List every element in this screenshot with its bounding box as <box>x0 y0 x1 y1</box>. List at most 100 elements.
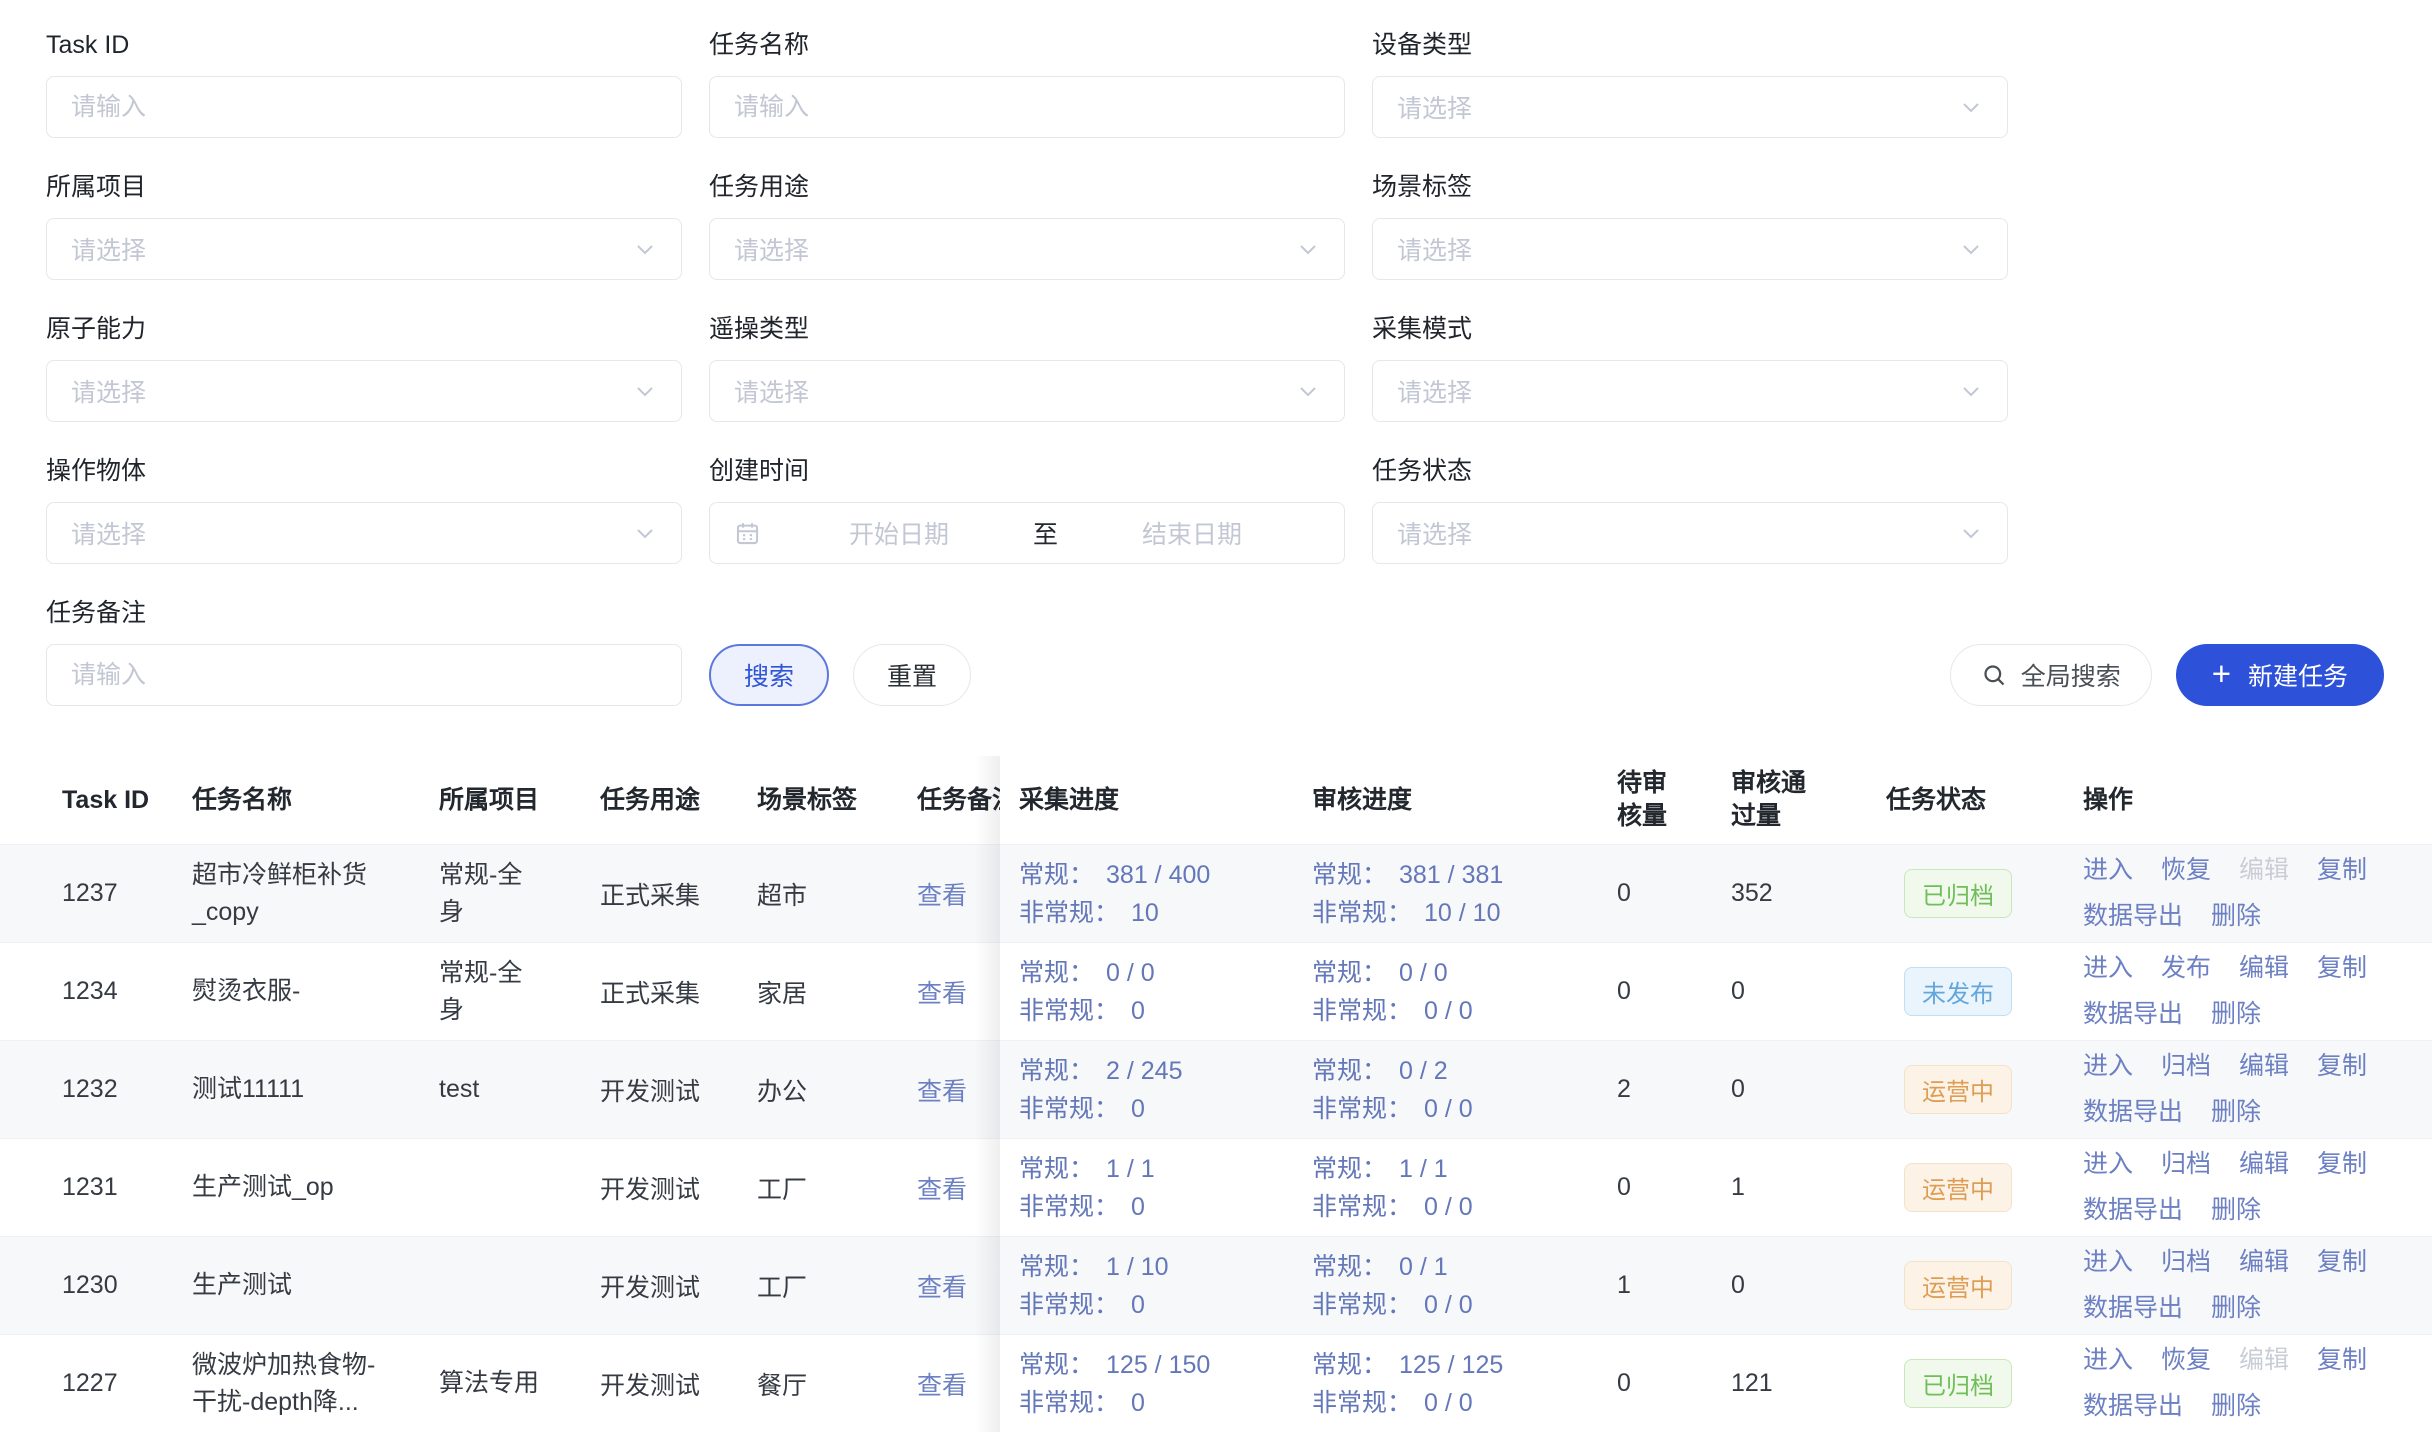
action-enter[interactable]: 进入 <box>2083 950 2133 987</box>
view-remark-link[interactable]: 查看 <box>917 882 967 910</box>
select-placeholder: 请选择 <box>1397 515 1959 551</box>
device-type-select[interactable]: 请选择 <box>1372 76 2008 138</box>
col-actions: 操作 <box>2083 784 2413 817</box>
action-copy[interactable]: 复制 <box>2317 950 2367 987</box>
review-regular-value: 125 / 125 <box>1399 1346 1503 1384</box>
action-delete[interactable]: 删除 <box>2211 996 2261 1033</box>
view-remark-link[interactable]: 查看 <box>917 1274 967 1302</box>
action-copy[interactable]: 复制 <box>2317 1244 2367 1281</box>
cell-purpose: 开发测试 <box>600 1072 757 1108</box>
view-remark-link[interactable]: 查看 <box>917 1078 967 1106</box>
action-restore[interactable]: 恢复 <box>2161 852 2211 889</box>
irregular-label: 非常规： <box>1019 1384 1119 1422</box>
action-copy[interactable]: 复制 <box>2317 852 2367 889</box>
task-remark-input[interactable] <box>46 644 682 706</box>
atomic-ability-select[interactable]: 请选择 <box>46 360 682 422</box>
cell-review-progress: 常规：0 / 2 非常规：0 / 0 <box>1312 1052 1617 1128</box>
create-task-button[interactable]: + 新建任务 <box>2176 644 2384 706</box>
action-enter[interactable]: 进入 <box>2083 852 2133 889</box>
reset-button[interactable]: 重置 <box>853 644 971 706</box>
task-name-input[interactable] <box>709 76 1345 138</box>
collect-regular-value: 1 / 1 <box>1106 1150 1155 1188</box>
teleop-type-select[interactable]: 请选择 <box>709 360 1345 422</box>
select-placeholder: 请选择 <box>71 231 633 267</box>
action-delete[interactable]: 删除 <box>2211 1388 2261 1425</box>
cell-purpose: 开发测试 <box>600 1366 757 1402</box>
action-copy[interactable]: 复制 <box>2317 1048 2367 1085</box>
review-irregular-value: 0 / 0 <box>1424 1286 1473 1324</box>
task-table: Task ID 任务名称 所属项目 任务用途 场景标签 任务备注 采集进度 审核… <box>0 756 2432 1432</box>
create-time-range-picker[interactable]: 开始日期 至 结束日期 <box>709 502 1345 564</box>
view-remark-link[interactable]: 查看 <box>917 980 967 1008</box>
action-copy[interactable]: 复制 <box>2317 1146 2367 1183</box>
cell-task-status: 运营中 <box>1886 1163 2083 1212</box>
action-enter[interactable]: 进入 <box>2083 1244 2133 1281</box>
action-export[interactable]: 数据导出 <box>2083 898 2183 935</box>
action-restore[interactable]: 恢复 <box>2161 1342 2211 1379</box>
cell-purpose: 正式采集 <box>600 876 757 912</box>
global-search-button[interactable]: 全局搜索 <box>1950 644 2152 706</box>
action-enter[interactable]: 进入 <box>2083 1048 2133 1085</box>
action-edit[interactable]: 编辑 <box>2239 1244 2289 1281</box>
collect-irregular-value: 0 <box>1131 1384 1145 1422</box>
actions-cell: 进入发布编辑复制数据导出删除 <box>2083 950 2413 1033</box>
project-select[interactable]: 请选择 <box>46 218 682 280</box>
view-remark-link[interactable]: 查看 <box>917 1372 967 1400</box>
cell-task-name: 生产测试_op <box>192 1169 439 1206</box>
action-delete[interactable]: 删除 <box>2211 1290 2261 1327</box>
action-delete[interactable]: 删除 <box>2211 1094 2261 1131</box>
collect-mode-select[interactable]: 请选择 <box>1372 360 2008 422</box>
action-copy[interactable]: 复制 <box>2317 1342 2367 1379</box>
table-row: 1227 微波炉加热食物-干扰-depth降... 算法专用 开发测试 餐厅 查… <box>0 1334 2432 1432</box>
actions-cell: 进入归档编辑复制数据导出删除 <box>2083 1048 2413 1131</box>
action-edit[interactable]: 编辑 <box>2239 950 2289 987</box>
cell-collect-progress: 常规：125 / 150 非常规：0 <box>1019 1346 1312 1422</box>
action-export[interactable]: 数据导出 <box>2083 996 2183 1033</box>
filter-buttons: 搜索 重置 <box>709 644 1345 706</box>
select-placeholder: 请选择 <box>734 373 1296 409</box>
collect-irregular-value: 0 <box>1131 992 1145 1030</box>
task-purpose-select[interactable]: 请选择 <box>709 218 1345 280</box>
cell-pending-review: 1 <box>1617 1271 1731 1300</box>
action-export[interactable]: 数据导出 <box>2083 1290 2183 1327</box>
action-export[interactable]: 数据导出 <box>2083 1388 2183 1425</box>
action-archive[interactable]: 归档 <box>2161 1146 2211 1183</box>
action-enter[interactable]: 进入 <box>2083 1146 2133 1183</box>
col-remark: 任务备注 <box>917 784 1000 817</box>
select-placeholder: 请选择 <box>71 515 633 551</box>
scene-tag-select[interactable]: 请选择 <box>1372 218 2008 280</box>
action-edit[interactable]: 编辑 <box>2239 1048 2289 1085</box>
action-archive[interactable]: 归档 <box>2161 1244 2211 1281</box>
filter-label: 任务名称 <box>709 30 1345 60</box>
search-button[interactable]: 搜索 <box>709 644 829 706</box>
action-edit[interactable]: 编辑 <box>2239 1146 2289 1183</box>
action-enter[interactable]: 进入 <box>2083 1342 2133 1379</box>
operation-object-select[interactable]: 请选择 <box>46 502 682 564</box>
table-row: 1237 超市冷鲜柜补货_copy 常规-全身 正式采集 超市 查看 常规：38… <box>0 844 2432 942</box>
irregular-label: 非常规： <box>1312 894 1412 932</box>
cell-project: 常规-全身 <box>439 955 600 1029</box>
action-publish[interactable]: 发布 <box>2161 950 2211 987</box>
task-id-input[interactable] <box>46 76 682 138</box>
view-remark-link[interactable]: 查看 <box>917 1176 967 1204</box>
cell-task-id: 1231 <box>62 1173 192 1202</box>
cell-scene-tag: 办公 <box>757 1072 917 1108</box>
cell-project: test <box>439 1071 600 1108</box>
chevron-down-icon <box>633 379 657 403</box>
cell-pending-review: 0 <box>1617 1173 1731 1202</box>
filter-device-type: 设备类型 请选择 <box>1372 30 2008 138</box>
review-irregular-value: 0 / 0 <box>1424 1188 1473 1226</box>
table-body: 1237 超市冷鲜柜补货_copy 常规-全身 正式采集 超市 查看 常规：38… <box>0 844 2432 1432</box>
col-review-progress: 审核进度 <box>1312 784 1617 817</box>
cell-review-progress: 常规：1 / 1 非常规：0 / 0 <box>1312 1150 1617 1226</box>
action-delete[interactable]: 删除 <box>2211 898 2261 935</box>
action-archive[interactable]: 归档 <box>2161 1048 2211 1085</box>
action-export[interactable]: 数据导出 <box>2083 1192 2183 1229</box>
action-delete[interactable]: 删除 <box>2211 1192 2261 1229</box>
cell-remark: 查看 <box>917 1366 1000 1402</box>
action-export[interactable]: 数据导出 <box>2083 1094 2183 1131</box>
filter-project: 所属项目 请选择 <box>46 172 682 280</box>
start-date-placeholder[interactable]: 开始日期 <box>771 515 1027 551</box>
end-date-placeholder[interactable]: 结束日期 <box>1064 515 1320 551</box>
task-status-select[interactable]: 请选择 <box>1372 502 2008 564</box>
